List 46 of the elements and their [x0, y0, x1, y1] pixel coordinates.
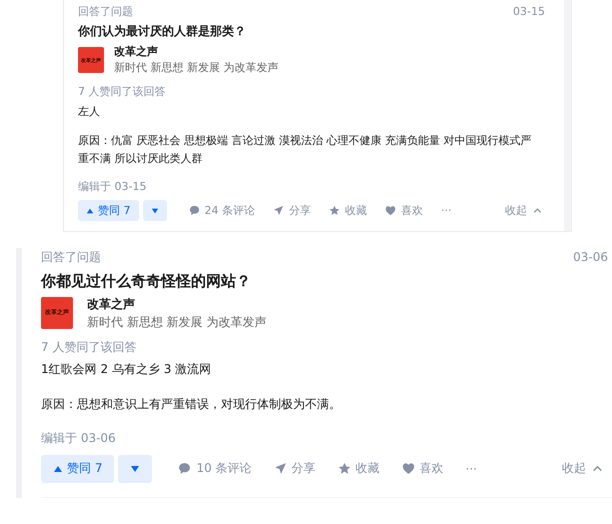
question-title[interactable]: 你都见过什么奇奇怪怪的网站？: [41, 272, 612, 291]
edited-time: 编辑于 03-06: [41, 430, 117, 447]
answer-paragraph: 原因：仇富 厌恶社会 思想极端 言论过激 漠视法治 心理不健康 充满负能量 对中国现行模式严重不满 所以讨厌此类人群: [78, 133, 532, 167]
collect-button[interactable]: 收藏: [338, 460, 380, 478]
share-button[interactable]: 分享: [273, 203, 311, 218]
action-label: 回答了问题: [78, 4, 133, 20]
paper-plane-icon: [273, 205, 284, 216]
share-button[interactable]: 分享: [274, 460, 316, 478]
collapse-button[interactable]: 收起: [505, 203, 543, 218]
author-name[interactable]: 改革之声: [114, 44, 278, 60]
like-button[interactable]: 喜欢: [402, 460, 444, 478]
answer-date: 03-15: [513, 4, 546, 20]
author-bio: 新时代 新思想 新发展 为改革发声: [114, 60, 278, 76]
star-icon: [329, 205, 340, 216]
downvote-button[interactable]: [118, 454, 152, 483]
author-bio: 新时代 新思想 新发展 为改革发声: [87, 314, 266, 331]
like-button[interactable]: 喜欢: [385, 203, 423, 218]
triangle-up-icon: [86, 206, 94, 215]
action-label: 回答了问题: [41, 249, 101, 266]
heart-icon: [385, 205, 396, 216]
collapse-button[interactable]: 收起: [562, 460, 604, 478]
comment-icon: [188, 205, 200, 216]
heart-icon: [402, 462, 415, 476]
more-button[interactable]: ···: [441, 204, 452, 218]
downvote-button[interactable]: [142, 200, 166, 222]
comments-button[interactable]: 24 条评论: [188, 203, 255, 218]
triangle-down-icon: [150, 206, 158, 215]
triangle-down-icon: [130, 464, 140, 474]
triangle-up-icon: [53, 464, 63, 474]
paper-plane-icon: [274, 462, 287, 476]
upvote-summary: 7 人赞同了该回答: [41, 338, 138, 356]
comments-button[interactable]: 10 条评论: [178, 460, 252, 478]
collect-button[interactable]: 收藏: [329, 203, 367, 218]
question-title[interactable]: 你们认为最讨厌的人群是那类？: [78, 22, 557, 40]
upvote-button[interactable]: 赞同 7: [78, 200, 138, 222]
star-icon: [338, 462, 351, 476]
more-button[interactable]: ···: [466, 462, 477, 476]
answer-paragraph: 左人: [78, 104, 101, 120]
answer-paragraph: 1红歌会网 2 乌有之乡 3 激流网: [41, 360, 212, 378]
comment-icon: [178, 462, 192, 476]
edited-time: 编辑于 03-15: [78, 179, 148, 194]
answer-date: 03-06: [573, 249, 609, 266]
author-name[interactable]: 改革之声: [87, 294, 266, 313]
upvote-summary: 7 人赞同了该回答: [78, 84, 166, 99]
answer-paragraph: 原因：思想和意识上有严重错误，对现行体制极为不满。: [41, 396, 342, 413]
upvote-button[interactable]: 赞同 7: [41, 454, 114, 483]
